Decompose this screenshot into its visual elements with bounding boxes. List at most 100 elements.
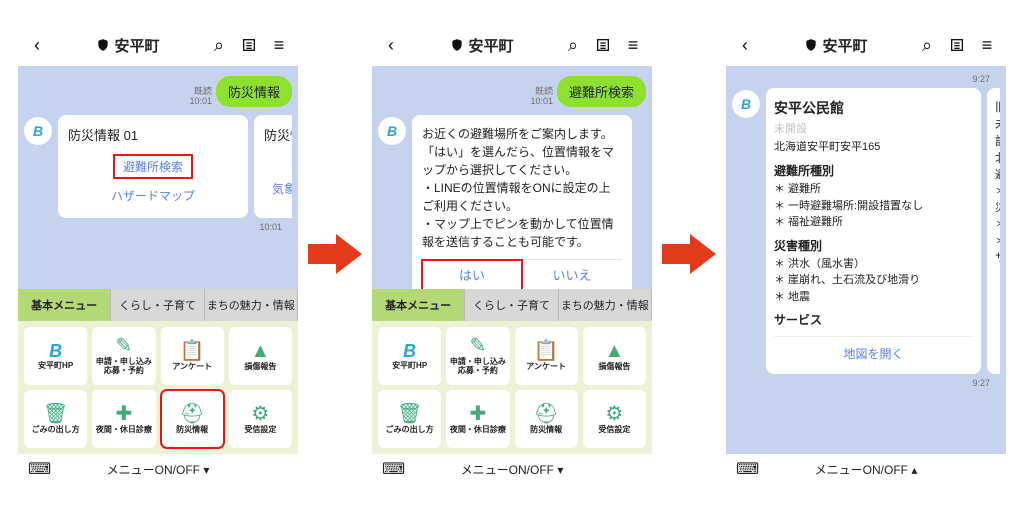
menu-tile-1[interactable]: ✎申請・申し込み 応募・予約 xyxy=(92,327,155,385)
tile-icon: ⚙ xyxy=(251,404,269,424)
info-card-2: 防災情報 02 気象 xyxy=(254,115,292,218)
tile-label: 申請・申し込み 応募・予約 xyxy=(450,358,506,376)
back-icon[interactable]: ‹ xyxy=(734,35,756,56)
menu-icon[interactable]: ≡ xyxy=(976,35,998,56)
tile-label: ごみの出し方 xyxy=(32,426,80,435)
header-title: 安平町 xyxy=(764,35,908,56)
menu-tile-6[interactable]: ⛑ 防災情報 xyxy=(515,390,578,448)
tile-icon: 📋 xyxy=(180,341,205,361)
search-icon[interactable]: ⌕ xyxy=(916,35,938,56)
header-title: 安平町 xyxy=(410,35,554,56)
bot-text: お近くの避難場所をご案内します。 「はい」を選んだら、位置情報をマップから選択し… xyxy=(422,125,622,251)
menu-toggle[interactable]: メニューON/OFF ▴ xyxy=(815,461,918,478)
menu-tile-3[interactable]: ▲損傷報告 xyxy=(583,327,646,385)
message-timestamp: 9:27 xyxy=(732,378,1000,388)
menu-tile-4[interactable]: 🗑ごみの出し方 xyxy=(378,390,441,448)
menu-tile-5[interactable]: ✚ 夜間・休日診療 xyxy=(446,390,509,448)
tile-label: 夜間・休日診療 xyxy=(450,426,506,435)
back-icon[interactable]: ‹ xyxy=(26,35,48,56)
menu-tile-0[interactable]: B 安平町HP xyxy=(24,327,87,385)
tile-label: 防災情報 xyxy=(176,426,208,435)
menu-toggle[interactable]: メニューON/OFF ▾ xyxy=(107,461,210,478)
tile-label: 夜間・休日診療 xyxy=(96,426,152,435)
bot-result-row: B 安平公民館 未開設 北海道安平町安平165 避難所種別 ＊ 避難所 ＊ 一時… xyxy=(732,88,1000,378)
tile-icon: B xyxy=(403,342,416,360)
tile-label: アンケート xyxy=(172,363,212,372)
user-message: 既読10:01 防災情報 xyxy=(24,76,292,107)
menu-tile-2[interactable]: 📋 アンケート xyxy=(161,327,224,385)
menu-tile-7[interactable]: ⚙受信設定 xyxy=(583,390,646,448)
menu-icon[interactable]: ≡ xyxy=(268,35,290,56)
app-header: ‹ 安平町 ⌕ ≡ xyxy=(372,24,652,66)
menu-tabs: 基本メニュー くらし・子育て まちの魅力・情報 xyxy=(372,289,652,321)
menu-grid: B 安平町HP ✎申請・申し込み 応募・予約 📋 アンケート ▲ 損傷報告 🗑 ごみの出し方 ✚ 夜… xyxy=(18,321,298,454)
footer: ⌨ メニューON/OFF ▾ xyxy=(372,454,652,484)
bot-avatar: B xyxy=(378,117,406,145)
footer: ⌨ メニューON/OFF ▾ xyxy=(18,454,298,484)
tile-icon: ✚ xyxy=(115,404,132,424)
shield-icon xyxy=(804,38,818,52)
search-icon[interactable]: ⌕ xyxy=(208,35,230,56)
footer: ⌨ メニューON/OFF ▴ xyxy=(726,454,1006,484)
tile-icon: B xyxy=(49,342,62,360)
yes-button[interactable]: はい xyxy=(422,260,522,289)
shelter-card-next: 旧安平小 未開設 北海道安 避難所種別 ＊ 一時 災害種別 ＊ 地震 ＊ 大規模… xyxy=(987,88,1000,374)
shelter-card: 安平公民館 未開設 北海道安平町安平165 避難所種別 ＊ 避難所 ＊ 一時避難… xyxy=(766,88,981,374)
menu-grid: B安平町HP✎申請・申し込み 応募・予約📋アンケート▲損傷報告 🗑ごみの出し方 ✚ 夜… xyxy=(372,321,652,454)
open-map-link[interactable]: 地図を開く xyxy=(774,336,973,364)
user-message: 既読10:01 避難所検索 xyxy=(378,76,646,107)
back-icon[interactable]: ‹ xyxy=(380,35,402,56)
tile-icon: ⛑ xyxy=(179,404,204,424)
tab-basic[interactable]: 基本メニュー xyxy=(372,289,465,321)
tile-label: 損傷報告 xyxy=(244,363,276,372)
tile-label: アンケート xyxy=(526,363,566,372)
list-icon[interactable] xyxy=(946,37,968,53)
menu-tabs: 基本メニュー くらし・子育て まちの魅力・情報 xyxy=(18,289,298,321)
app-header: ‹ 安平町 ⌕ ≡ xyxy=(18,24,298,66)
menu-tile-0[interactable]: B安平町HP xyxy=(378,327,441,385)
shield-icon xyxy=(96,38,110,52)
weather-link[interactable]: 気象 xyxy=(262,176,292,201)
menu-tile-1[interactable]: ✎申請・申し込み 応募・予約 xyxy=(446,327,509,385)
app-header: ‹ 安平町 ⌕ ≡ xyxy=(726,24,1006,66)
tile-label: 防災情報 xyxy=(530,426,562,435)
menu-tile-5[interactable]: ✚ 夜間・休日診療 xyxy=(92,390,155,448)
tile-label: 受信設定 xyxy=(598,426,630,435)
arrow-icon xyxy=(308,234,362,274)
tab-life[interactable]: くらし・子育て xyxy=(111,289,204,321)
menu-tile-6[interactable]: ⛑ 防災情報 xyxy=(161,390,224,448)
list-icon[interactable] xyxy=(238,37,260,53)
keyboard-icon[interactable]: ⌨ xyxy=(28,459,51,479)
tile-label: 申請・申し込み 応募・予約 xyxy=(96,358,152,376)
tile-label: 受信設定 xyxy=(244,426,276,435)
menu-tile-4[interactable]: 🗑 ごみの出し方 xyxy=(24,390,87,448)
tile-icon: 🗑 xyxy=(397,404,422,424)
bot-avatar: B xyxy=(732,90,760,118)
keyboard-icon[interactable]: ⌨ xyxy=(382,459,405,479)
search-icon[interactable]: ⌕ xyxy=(562,35,584,56)
tab-basic[interactable]: 基本メニュー xyxy=(18,289,111,321)
tab-attraction[interactable]: まちの魅力・情報 xyxy=(559,289,652,321)
bot-carousel-row: B 防災情報 01 避難所検索 ハザードマップ 防災情報 02 気象 xyxy=(24,115,292,222)
list-icon[interactable] xyxy=(592,37,614,53)
tab-attraction[interactable]: まちの魅力・情報 xyxy=(205,289,298,321)
menu-icon[interactable]: ≡ xyxy=(622,35,644,56)
tile-icon: 🗑 xyxy=(43,404,68,424)
screen-2: ‹ 安平町 ⌕ ≡ 既読10:01 避難所検索 B お近くの避難場所をご案内しま… xyxy=(372,24,652,484)
shelter-search-link[interactable]: 避難所検索 xyxy=(113,154,193,179)
tile-icon: ✚ xyxy=(469,404,486,424)
keyboard-icon[interactable]: ⌨ xyxy=(736,459,759,479)
tile-icon: ▲ xyxy=(250,341,270,361)
tile-label: 安平町HP xyxy=(38,362,73,371)
hazard-map-link[interactable]: ハザードマップ xyxy=(66,183,240,208)
menu-toggle[interactable]: メニューON/OFF ▾ xyxy=(461,461,564,478)
no-button[interactable]: いいえ xyxy=(522,260,622,289)
tab-life[interactable]: くらし・子育て xyxy=(465,289,558,321)
tile-icon: ⛑ xyxy=(533,404,558,424)
info-card-1: 防災情報 01 避難所検索 ハザードマップ xyxy=(58,115,248,218)
menu-tile-7[interactable]: ⚙ 受信設定 xyxy=(229,390,292,448)
menu-tile-2[interactable]: 📋アンケート xyxy=(515,327,578,385)
menu-tile-3[interactable]: ▲ 損傷報告 xyxy=(229,327,292,385)
header-title: 安平町 xyxy=(56,35,200,56)
screen-3: ‹ 安平町 ⌕ ≡ 9:27 B 安平公民館 未開設 北海道安平町安平165 xyxy=(726,24,1006,484)
